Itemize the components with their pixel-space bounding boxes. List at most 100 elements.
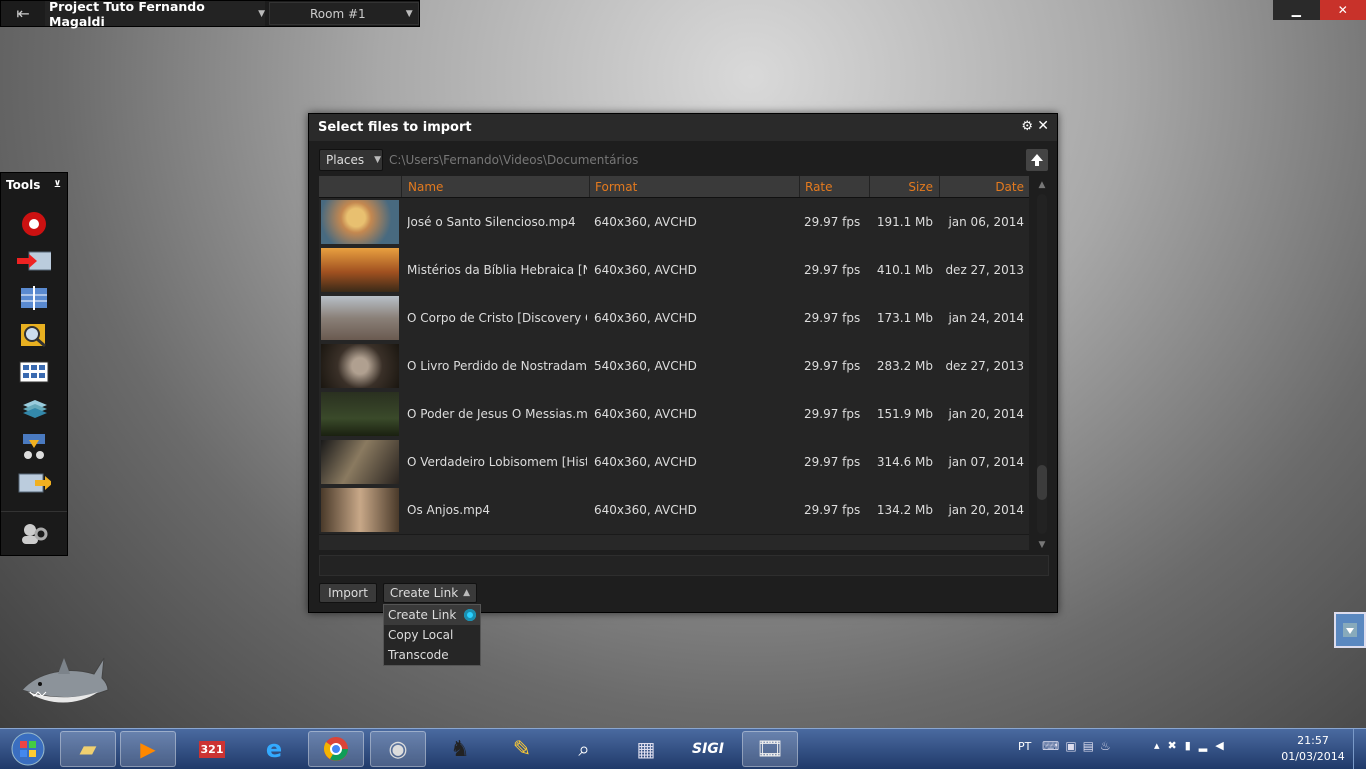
status-bar: [319, 555, 1049, 576]
column-size[interactable]: Size: [869, 176, 939, 197]
file-name: O Poder de Jesus O Messias.m: [407, 390, 587, 438]
folder-icon: ▰: [80, 737, 97, 762]
table-row[interactable]: O Livro Perdido de Nostradamus540x360, A…: [319, 342, 1029, 391]
scroll-thumb[interactable]: [1037, 465, 1047, 500]
start-button[interactable]: [2, 731, 54, 767]
file-format: 640x360, AVCHD: [594, 486, 794, 534]
file-table: José o Santo Silencioso.mp4640x360, AVCH…: [319, 176, 1029, 550]
magnifier-icon: ⌕: [578, 737, 589, 761]
top-bar: ⇤ Project Tuto Fernando Magaldi ▼ Room #…: [0, 0, 420, 27]
taskbar-chrome[interactable]: [308, 731, 364, 767]
chevron-down-icon: ▼: [406, 9, 413, 19]
video-thumbnail: [321, 344, 399, 388]
menu-item-copy-local[interactable]: Copy Local: [384, 625, 480, 645]
pin-icon[interactable]: ⊻: [54, 180, 61, 190]
scroll-up-icon[interactable]: ▲: [1035, 180, 1049, 190]
taskbar-lightworks[interactable]: ◉: [370, 731, 426, 767]
import-button[interactable]: Import: [319, 583, 377, 603]
file-size: 173.1 Mb: [869, 294, 933, 342]
room-selector[interactable]: Room #1 ▼: [269, 2, 419, 25]
table-header: Name Format Rate Size Date: [319, 176, 1029, 198]
file-format: 640x360, AVCHD: [594, 198, 794, 246]
search-icon[interactable]: [17, 320, 51, 350]
vertical-scrollbar[interactable]: ▲ ▼: [1035, 180, 1049, 550]
minimize-button[interactable]: ▁: [1273, 0, 1320, 20]
file-date: jan 06, 2014: [939, 198, 1024, 246]
column-rate[interactable]: Rate: [799, 176, 869, 197]
dialog-title: Select files to import: [318, 120, 472, 135]
menu-item-create-link[interactable]: Create Link: [384, 605, 480, 625]
import-icon[interactable]: [17, 246, 51, 276]
timeline-icon[interactable]: [17, 283, 51, 313]
video-thumbnail: [321, 296, 399, 340]
video-thumbnail: [321, 248, 399, 292]
clock[interactable]: 21:57 01/03/2014: [1276, 733, 1350, 765]
language-indicator[interactable]: PT: [1018, 740, 1031, 753]
file-rate: 29.97 fps: [804, 486, 864, 534]
file-rate: 29.97 fps: [804, 198, 864, 246]
close-dialog-icon[interactable]: ✕: [1037, 118, 1049, 134]
taskbar-calendar-app[interactable]: 321: [184, 731, 240, 767]
places-dropdown[interactable]: Places ▼: [319, 149, 383, 171]
up-arrow-icon: [1030, 153, 1044, 167]
import-mode-label: Create Link: [390, 586, 458, 600]
exit-icon[interactable]: ⇤: [1, 1, 45, 26]
table-row[interactable]: O Corpo de Cristo [Discovery Ci640x360, …: [319, 294, 1029, 343]
table-row[interactable]: Os Anjos.mp4640x360, AVCHD29.97 fps134.2…: [319, 486, 1029, 535]
project-selector[interactable]: Project Tuto Fernando Magaldi ▼: [45, 1, 265, 26]
column-name[interactable]: Name: [401, 176, 589, 197]
show-desktop-button[interactable]: [1353, 729, 1366, 769]
file-format: 540x360, AVCHD: [594, 342, 794, 390]
taskbar-horse-app[interactable]: ♞: [432, 731, 488, 767]
path-field[interactable]: C:\Users\Fernando\Videos\Documentários: [389, 153, 638, 167]
film-icon: 🎞: [756, 737, 784, 762]
file-size: 191.1 Mb: [869, 198, 933, 246]
places-label: Places: [326, 153, 364, 167]
render-icon[interactable]: [17, 431, 51, 461]
calendar-icon: 321: [199, 741, 226, 758]
menu-item-transcode[interactable]: Transcode: [384, 645, 480, 665]
taskbar-film-app[interactable]: 🎞: [742, 731, 798, 767]
settings-users-icon[interactable]: [17, 518, 51, 548]
pen-icon: ✎: [513, 737, 531, 762]
table-row[interactable]: Mistérios da Bíblia Hebraica [Na640x360,…: [319, 246, 1029, 295]
folder-up-button[interactable]: [1026, 149, 1048, 171]
taskbar-internet-explorer[interactable]: e: [246, 731, 302, 767]
export-icon[interactable]: [17, 468, 51, 498]
import-dialog: Select files to import ⚙ ✕ Places ▼ C:\U…: [308, 113, 1058, 613]
file-name: O Verdadeiro Lobisomem [Histo: [407, 438, 587, 486]
file-rate: 29.97 fps: [804, 294, 864, 342]
file-rate: 29.97 fps: [804, 390, 864, 438]
close-button[interactable]: ✕: [1320, 0, 1366, 20]
tools-title: Tools: [6, 178, 40, 192]
table-row[interactable]: José o Santo Silencioso.mp4640x360, AVCH…: [319, 198, 1029, 247]
table-row[interactable]: O Verdadeiro Lobisomem [Histo640x360, AV…: [319, 438, 1029, 487]
file-name: Os Anjos.mp4: [407, 486, 587, 534]
chevron-up-icon: ▲: [463, 588, 470, 598]
grid-icon[interactable]: [17, 357, 51, 387]
taskbar-explorer[interactable]: ▰: [60, 731, 116, 767]
download-tab-button[interactable]: [1334, 612, 1366, 648]
import-mode-dropdown[interactable]: Create Link ▲: [383, 583, 477, 603]
clock-time: 21:57: [1276, 733, 1350, 749]
tray-system-icons[interactable]: ▴✖▮▂◀: [1154, 739, 1232, 752]
column-format[interactable]: Format: [589, 176, 799, 197]
taskbar-calculator[interactable]: ▦: [618, 731, 674, 767]
table-row[interactable]: O Poder de Jesus O Messias.m640x360, AVC…: [319, 390, 1029, 439]
down-arrow-icon: [1341, 621, 1359, 639]
taskbar-media-player[interactable]: ▶: [120, 731, 176, 767]
tray-icons[interactable]: ⌨▣▤♨: [1042, 739, 1117, 753]
file-rate: 29.97 fps: [804, 246, 864, 294]
column-date[interactable]: Date: [939, 176, 1029, 197]
video-thumbnail: [321, 200, 399, 244]
scroll-down-icon[interactable]: ▼: [1035, 540, 1049, 550]
settings-icon[interactable]: ⚙: [1021, 119, 1033, 134]
taskbar-magnifier-app[interactable]: ⌕: [556, 731, 612, 767]
taskbar-sigi-app[interactable]: SIGI: [680, 731, 736, 767]
clock-date: 01/03/2014: [1276, 749, 1350, 765]
layers-icon[interactable]: [17, 394, 51, 424]
file-format: 640x360, AVCHD: [594, 294, 794, 342]
taskbar-pen-app[interactable]: ✎: [494, 731, 550, 767]
file-name: Mistérios da Bíblia Hebraica [Na: [407, 246, 587, 294]
record-icon[interactable]: [17, 209, 51, 239]
